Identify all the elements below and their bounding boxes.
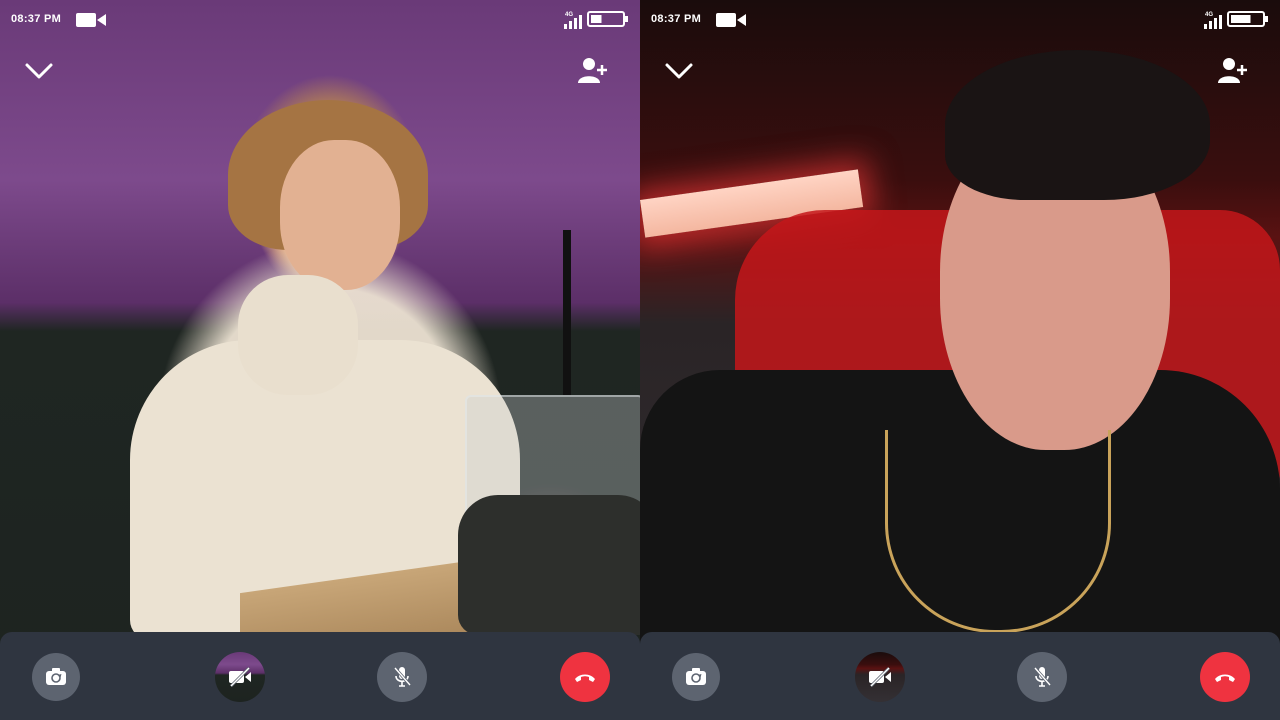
status-bar: 08:37 PM 4G	[640, 8, 1280, 32]
status-time: 08:37 PM	[651, 13, 702, 25]
video-bowl	[458, 495, 640, 635]
video-subject-hair	[945, 50, 1210, 200]
battery-icon	[587, 11, 628, 27]
add-user-icon[interactable]	[576, 56, 608, 86]
signal-icon: 4G	[564, 12, 582, 29]
status-time: 08:37 PM	[11, 13, 62, 25]
camera-switch-icon	[46, 668, 66, 685]
camera-switch-icon	[686, 668, 706, 685]
add-user-icon[interactable]	[1216, 56, 1248, 86]
video-camera-icon	[716, 13, 746, 27]
video-straw	[563, 230, 571, 395]
signal-icon: 4G	[1204, 12, 1222, 29]
video-off-icon	[869, 666, 891, 688]
battery-level	[1231, 15, 1251, 23]
end-call-button[interactable]	[560, 652, 610, 702]
video-off-button[interactable]	[855, 652, 905, 702]
end-call-button[interactable]	[1200, 652, 1250, 702]
chevron-down-icon[interactable]	[24, 60, 54, 82]
network-label: 4G	[1205, 12, 1213, 18]
battery-icon	[1227, 11, 1268, 27]
remote-video-feed	[0, 0, 640, 720]
remote-video-feed	[640, 0, 1280, 720]
video-off-icon	[229, 666, 251, 688]
mic-off-icon	[393, 667, 412, 687]
mic-off-icon	[1033, 667, 1052, 687]
status-bar: 08:37 PM 4G	[0, 8, 640, 32]
video-subject-arm	[238, 275, 358, 395]
call-screen-left: 08:37 PM 4G	[0, 0, 640, 720]
flip-camera-button[interactable]	[672, 653, 720, 701]
network-label: 4G	[565, 12, 573, 18]
battery-level	[591, 15, 602, 23]
call-controls-bar	[640, 632, 1280, 720]
flip-camera-button[interactable]	[32, 653, 80, 701]
video-camera-icon	[76, 13, 106, 27]
video-subject-face	[280, 140, 400, 290]
call-controls-bar	[0, 632, 640, 720]
video-off-button[interactable]	[215, 652, 265, 702]
mute-button[interactable]	[1017, 652, 1067, 702]
call-screen-right: 08:37 PM 4G	[640, 0, 1280, 720]
mute-button[interactable]	[377, 652, 427, 702]
chevron-down-icon[interactable]	[664, 60, 694, 82]
phone-hangup-icon	[575, 674, 595, 682]
phone-hangup-icon	[1215, 674, 1235, 682]
